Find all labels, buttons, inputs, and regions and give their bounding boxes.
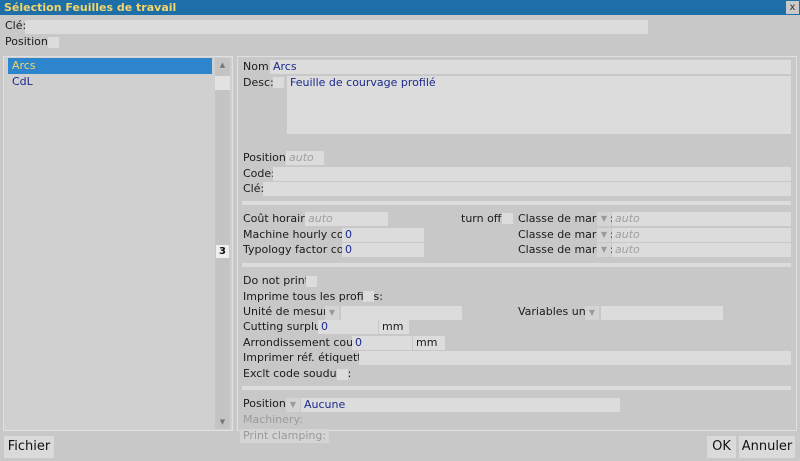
- nom-label: Nom:: [243, 60, 273, 73]
- cle-label: Clé:: [5, 19, 27, 32]
- do-not-print-checkbox[interactable]: [306, 276, 317, 287]
- chevron-down-icon[interactable]: ▼: [325, 306, 339, 320]
- cutting-surplus-input[interactable]: 0: [318, 320, 378, 334]
- turn-off-checkbox[interactable]: [502, 213, 513, 224]
- turn-off-label: turn off:: [461, 212, 506, 225]
- detail-cle-input[interactable]: [263, 182, 791, 196]
- machinery-label: Machinery:: [243, 413, 303, 426]
- position-label: Position:: [5, 35, 52, 48]
- worksheet-list: [3, 56, 233, 431]
- separator: [242, 386, 791, 390]
- variables-unit-input[interactable]: [601, 306, 723, 320]
- desc-checkbox[interactable]: [273, 77, 284, 88]
- list-item-arcs[interactable]: Arcs: [8, 58, 212, 74]
- desc-label: Desc:: [243, 76, 274, 89]
- exclt-code-soudure-checkbox[interactable]: [337, 369, 348, 380]
- list-item-cdl[interactable]: CdL: [8, 74, 212, 90]
- machine-hourly-cost-label: Machine hourly cost:: [243, 228, 358, 241]
- imprime-tous-checkbox[interactable]: [363, 291, 374, 302]
- detail-position-input[interactable]: auto: [286, 151, 324, 165]
- separator: [242, 263, 791, 267]
- ok-button[interactable]: OK: [707, 436, 736, 458]
- separator: [242, 201, 791, 205]
- scroll-up-icon[interactable]: ▲: [215, 58, 230, 72]
- position-aucune-label: Position:: [243, 397, 290, 410]
- do-not-print-label: Do not print:: [243, 274, 313, 287]
- scroll-count-badge: 3: [216, 245, 229, 258]
- chevron-down-icon[interactable]: ▼: [286, 398, 300, 412]
- detail-cle-label: Clé:: [243, 182, 265, 195]
- chevron-down-icon[interactable]: ▼: [585, 306, 599, 320]
- unite-mesure-input[interactable]: [341, 306, 462, 320]
- detail-position-label: Position:: [243, 151, 290, 164]
- window-title: Sélection Feuilles de travail: [4, 1, 177, 14]
- annuler-button[interactable]: Annuler: [739, 436, 795, 458]
- scroll-thumb[interactable]: [215, 76, 230, 90]
- cout-horaire-input[interactable]: auto: [305, 212, 388, 226]
- nom-input[interactable]: Arcs: [270, 60, 791, 74]
- imprimer-ref-etiquettes-input[interactable]: [359, 351, 791, 365]
- fichier-button[interactable]: Fichier: [4, 436, 54, 458]
- arrondissement-coupe-unit: mm: [413, 336, 445, 350]
- unite-mesure-label: Unité de mesure:: [243, 305, 338, 318]
- classe-marge-input-1[interactable]: auto: [612, 212, 791, 226]
- arrondissement-coupe-input[interactable]: 0: [352, 336, 412, 350]
- print-clamping-field: Print clamping:: [240, 429, 329, 443]
- position-aucune-select[interactable]: Aucune: [301, 398, 620, 412]
- imprimer-ref-etiquettes-label: Imprimer réf. étiquettes:: [243, 351, 378, 364]
- imprime-tous-label: Imprime tous les profilés:: [243, 290, 383, 303]
- chevron-down-icon[interactable]: ▼: [597, 212, 611, 226]
- chevron-down-icon[interactable]: ▼: [597, 228, 611, 242]
- code-label: Code:: [243, 167, 275, 180]
- chevron-down-icon[interactable]: ▼: [597, 243, 611, 257]
- typology-factor-cost-label: Typology factor cost:: [243, 243, 358, 256]
- machine-hourly-cost-input[interactable]: 0: [342, 228, 424, 242]
- typology-factor-cost-input[interactable]: 0: [342, 243, 424, 257]
- cle-input[interactable]: [25, 20, 648, 34]
- scroll-down-icon[interactable]: ▼: [215, 415, 230, 429]
- list-scrollbar[interactable]: [215, 58, 230, 429]
- cutting-surplus-unit: mm: [379, 320, 409, 334]
- position-checkbox[interactable]: [48, 37, 59, 48]
- code-input[interactable]: [273, 167, 791, 181]
- close-icon[interactable]: x: [786, 1, 799, 14]
- classe-marge-input-2[interactable]: auto: [612, 228, 791, 242]
- classe-marge-input-3[interactable]: auto: [612, 243, 791, 257]
- desc-textarea[interactable]: Feuille de courvage profilé: [287, 76, 791, 134]
- exclt-code-soudure-label: Exclt code soudure:: [243, 367, 352, 380]
